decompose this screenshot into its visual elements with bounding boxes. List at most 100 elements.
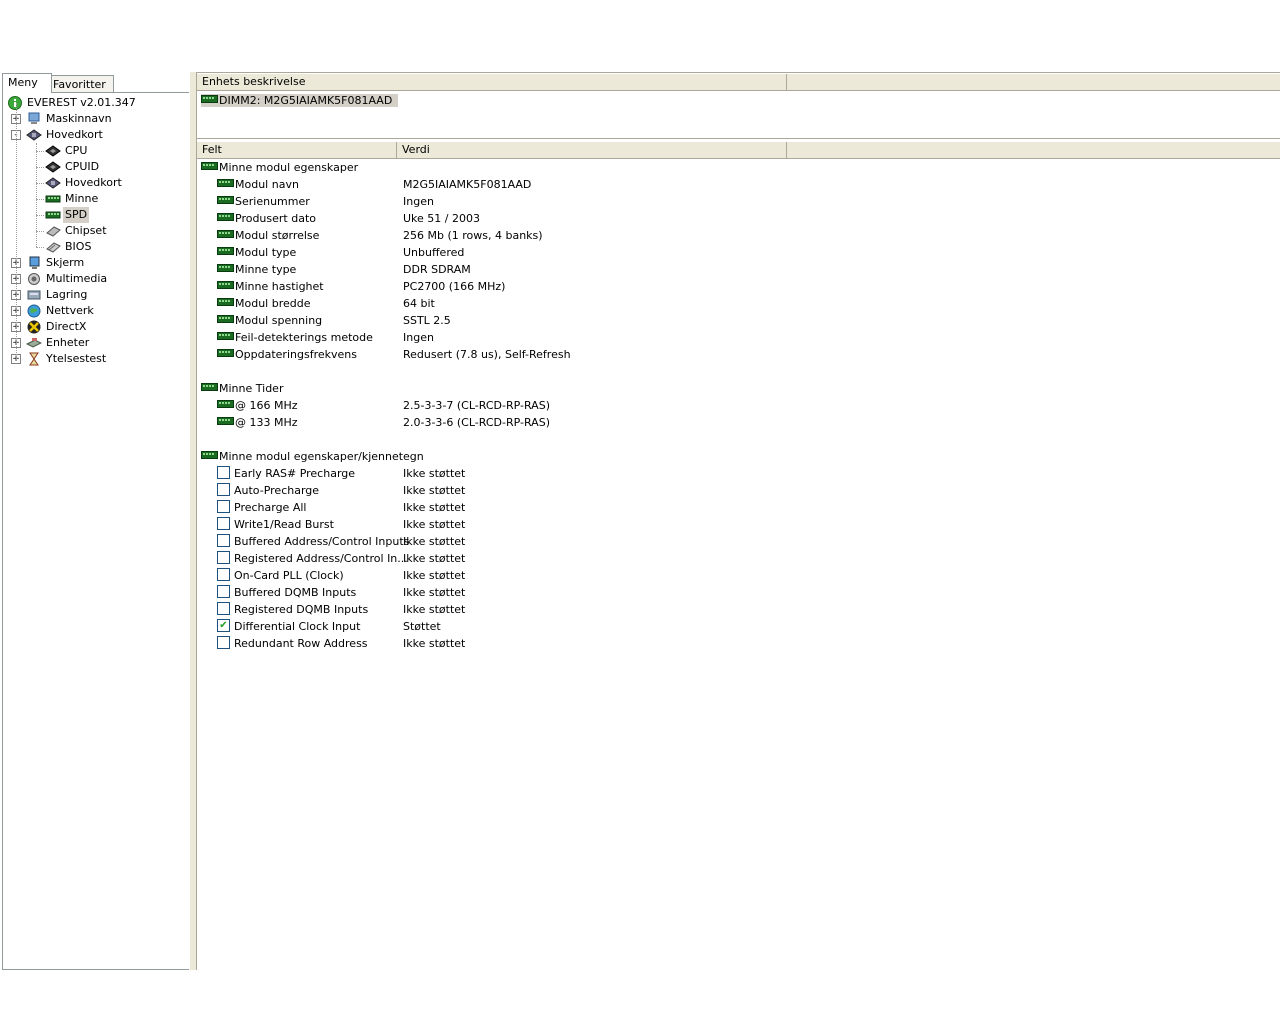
detail-row[interactable]: ✔ Differential Clock Input Støttet [197, 618, 1277, 635]
tree-item-minne[interactable]: Minne [3, 191, 183, 207]
details-list[interactable]: Felt Verdi Minne modul egenskaper Modul n… [196, 141, 1280, 961]
tree-item-enheter[interactable]: + Enheter [3, 335, 183, 351]
detail-row[interactable]: Write1/Read Burst Ikke støttet [197, 516, 1277, 533]
tree-item-ytelsestest[interactable]: + Ytelsestest [3, 351, 183, 367]
tree-item-label: Chipset [65, 224, 107, 237]
device-list[interactable]: Enhets beskrivelse DIMM2: M2G5IAIAMK5F08… [196, 72, 1280, 139]
detail-row[interactable]: Auto-Precharge Ikke støttet [197, 482, 1277, 499]
device-item[interactable]: DIMM2: M2G5IAIAMK5F081AAD [201, 92, 399, 109]
detail-row[interactable]: Redundant Row Address Ikke støttet [197, 635, 1277, 652]
tree-item-maskinnavn[interactable]: + Maskinnavn [3, 111, 183, 127]
menu-tree[interactable]: EVEREST v2.01.347 + Maskinnavn - Hovedkort C… [2, 92, 190, 970]
column-header-empty[interactable] [787, 74, 1280, 90]
field-value: M2G5IAIAMK5F081AAD [403, 178, 532, 191]
detail-row[interactable]: @ 166 MHz 2.5-3-3-7 (CL-RCD-RP-RAS) [197, 397, 1277, 414]
column-header-device[interactable]: Enhets beskrivelse [197, 74, 787, 90]
detail-row[interactable]: Minne type DDR SDRAM [197, 261, 1277, 278]
motherboard-icon [45, 176, 61, 190]
field-value: Uke 51 / 2003 [403, 212, 480, 225]
detail-row[interactable]: Modul type Unbuffered [197, 244, 1277, 261]
section-header[interactable]: Minne modul egenskaper [201, 159, 358, 176]
unchecked-checkbox [217, 567, 230, 581]
field-label: Precharge All [234, 501, 307, 514]
tree-item-directx[interactable]: + DirectX [3, 319, 183, 335]
field-label: Produsert dato [235, 212, 317, 225]
field-label: Feil-detekterings metode [235, 331, 373, 344]
tree-item-label: Skjerm [46, 256, 85, 269]
speaker-icon [26, 272, 42, 286]
detail-row[interactable]: Buffered DQMB Inputs Ikke støttet [197, 584, 1277, 601]
tree-item-bios[interactable]: BIOS [3, 239, 183, 255]
detail-row[interactable]: Early RAS# Precharge Ikke støttet [197, 465, 1277, 482]
tree-item-hovedkort[interactable]: - Hovedkort [3, 127, 183, 143]
detail-row[interactable]: On-Card PLL (Clock) Ikke støttet [197, 567, 1277, 584]
field-value: 2.0-3-3-6 (CL-RCD-RP-RAS) [403, 416, 550, 429]
field-value: Unbuffered [403, 246, 465, 259]
hourglass-icon [26, 352, 42, 366]
tree-item-hovedkort[interactable]: Hovedkort [3, 175, 183, 191]
field-label: Modul type [235, 246, 297, 259]
field-label: Registered DQMB Inputs [234, 603, 369, 616]
detail-row[interactable]: Produsert dato Uke 51 / 2003 [197, 210, 1277, 227]
field-value: PC2700 (166 MHz) [403, 280, 506, 293]
memory-module-icon [217, 264, 234, 272]
unchecked-checkbox [217, 584, 230, 598]
column-header-verdi[interactable]: Verdi [397, 142, 787, 158]
devices-icon [25, 336, 43, 350]
field-value: 256 Mb (1 rows, 4 banks) [403, 229, 543, 242]
section-title: Minne modul egenskaper/kjennetegn [219, 450, 424, 463]
detail-row[interactable]: Modul spenning SSTL 2.5 [197, 312, 1277, 329]
detail-row[interactable]: @ 133 MHz 2.0-3-3-6 (CL-RCD-RP-RAS) [197, 414, 1277, 431]
memory-module-icon [217, 400, 234, 408]
tree-root[interactable]: EVEREST v2.01.347 [7, 95, 138, 111]
device-list-header: Enhets beskrivelse [197, 73, 1280, 91]
tree-connector [36, 247, 44, 248]
section-header[interactable]: Minne Tider [201, 380, 283, 397]
tree-connector [36, 215, 44, 216]
memory-module-icon [201, 162, 218, 170]
tree-item-cpuid[interactable]: CPUID [3, 159, 183, 175]
field-label: @ 133 MHz [235, 416, 298, 429]
tree-item-spd[interactable]: SPD [3, 207, 183, 223]
unchecked-checkbox [217, 533, 230, 547]
directx-icon [26, 320, 42, 334]
tree-item-label: Hovedkort [46, 128, 103, 141]
tree-connector [36, 231, 44, 232]
detail-row[interactable]: Oppdateringsfrekvens Redusert (7.8 us), S… [197, 346, 1277, 363]
field-label: Write1/Read Burst [234, 518, 334, 531]
section-header[interactable]: Minne modul egenskaper/kjennetegn [201, 448, 424, 465]
detail-row[interactable]: Precharge All Ikke støttet [197, 499, 1277, 516]
unchecked-checkbox [217, 601, 230, 615]
field-value: Ikke støttet [403, 484, 466, 497]
detail-row[interactable]: Modul navn M2G5IAIAMK5F081AAD [197, 176, 1277, 193]
field-value: Støttet [403, 620, 441, 633]
detail-row[interactable]: Serienummer Ingen [197, 193, 1277, 210]
storage-icon [26, 288, 42, 302]
memory-module-icon [217, 417, 234, 425]
computer-icon [26, 112, 42, 126]
detail-row[interactable]: Registered Address/Control In... Ikke stø… [197, 550, 1277, 567]
column-header-felt[interactable]: Felt [197, 142, 397, 158]
tree-item-lagring[interactable]: + Lagring [3, 287, 183, 303]
tree-item-multimedia[interactable]: + Multimedia [3, 271, 183, 287]
detail-row[interactable]: Modul bredde 64 bit [197, 295, 1277, 312]
unchecked-checkbox [217, 516, 230, 530]
tree-item-chipset[interactable]: Chipset [3, 223, 183, 239]
detail-row[interactable]: Modul størrelse 256 Mb (1 rows, 4 banks) [197, 227, 1277, 244]
field-value: Ikke støttet [403, 637, 466, 650]
detail-row[interactable]: Minne hastighet PC2700 (166 MHz) [197, 278, 1277, 295]
tree-item-nettverk[interactable]: + Nettverk [3, 303, 183, 319]
column-header-empty[interactable] [787, 142, 1280, 158]
field-label: Modul bredde [235, 297, 311, 310]
tab-favoritter[interactable]: Favoritter [47, 75, 114, 93]
detail-row[interactable]: Feil-detekterings metode Ingen [197, 329, 1277, 346]
tab-meny[interactable]: Meny [2, 73, 52, 93]
field-label: Early RAS# Precharge [234, 467, 356, 480]
detail-row[interactable]: Registered DQMB Inputs Ikke støttet [197, 601, 1277, 618]
tree-item-label: Multimedia [46, 272, 108, 285]
tree-item-cpu[interactable]: CPU [3, 143, 183, 159]
section-title: Minne Tider [219, 382, 284, 395]
memory-module-icon [217, 298, 234, 306]
detail-row[interactable]: Buffered Address/Control Inputs Ikke støt… [197, 533, 1277, 550]
tree-item-skjerm[interactable]: + Skjerm [3, 255, 183, 271]
